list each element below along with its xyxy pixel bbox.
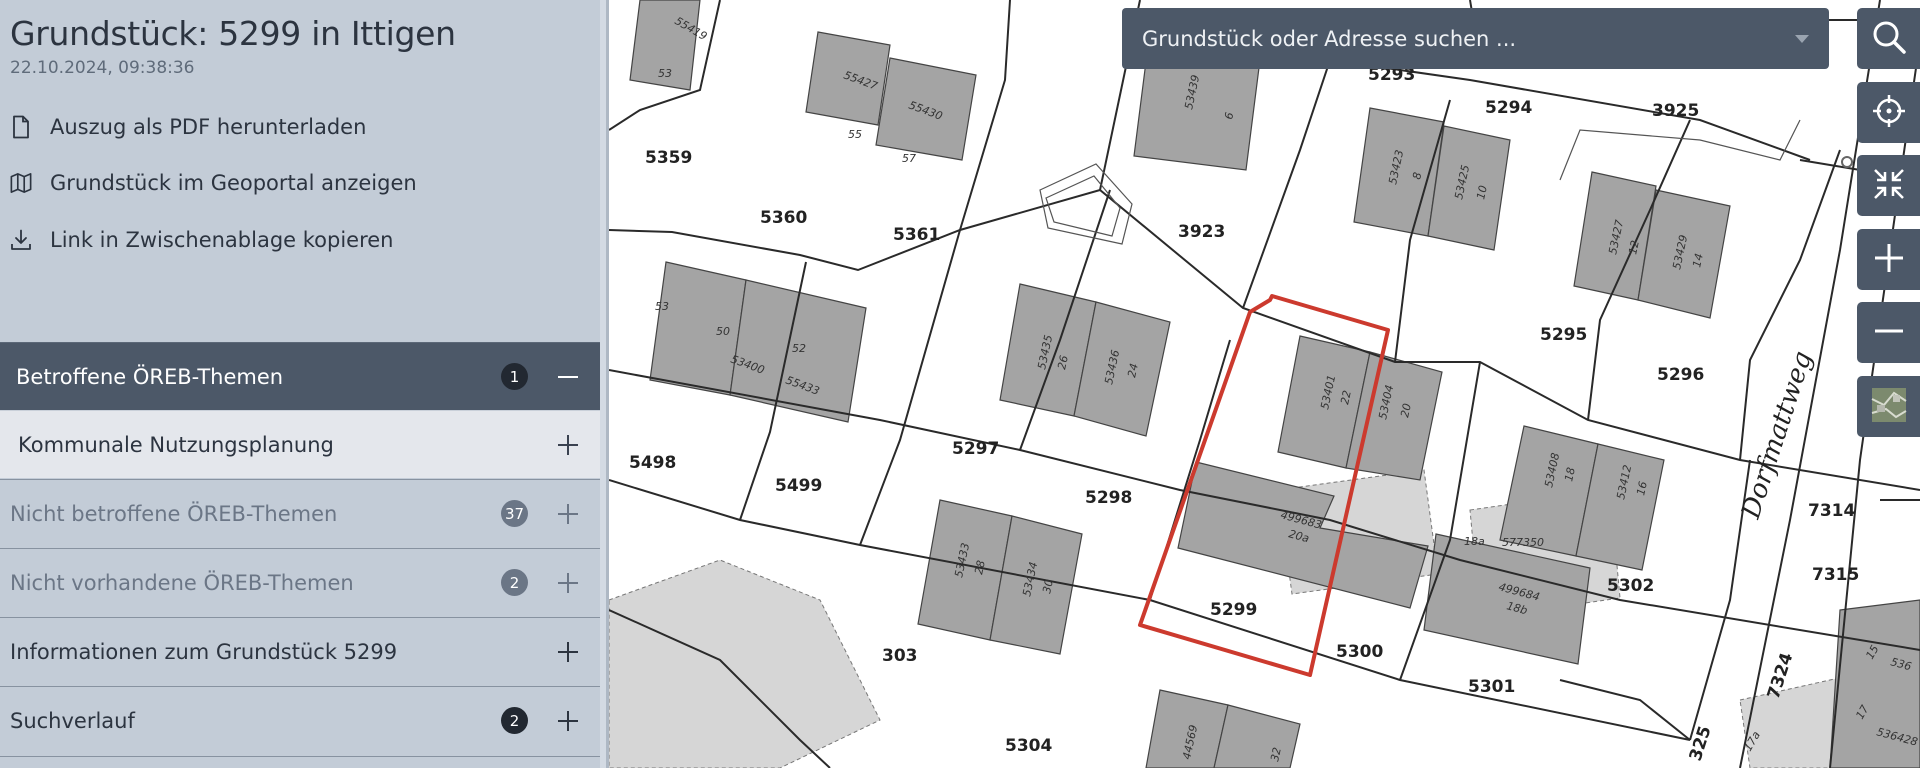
timestamp: 22.10.2024, 09:38:36 — [10, 58, 195, 78]
basemap-thumbnail — [1871, 387, 1907, 427]
count-badge: 1 — [501, 363, 528, 390]
section-label: Kommunale Nutzungsplanung — [18, 432, 334, 457]
map-icon — [10, 170, 32, 196]
zoom-in-icon — [1873, 242, 1905, 278]
svg-text:55: 55 — [848, 128, 862, 141]
section-label: Betroffene ÖREB-Themen — [16, 364, 284, 389]
parcel-label: 5499 — [775, 476, 822, 496]
zoom-in-button[interactable] — [1857, 229, 1920, 290]
download-icon — [10, 227, 32, 253]
parcel-label: 5359 — [645, 148, 692, 168]
plus-icon[interactable] — [548, 494, 588, 534]
parcel-label: 5300 — [1336, 642, 1383, 662]
svg-text:50: 50 — [716, 325, 730, 338]
download-pdf-link[interactable]: Auszug als PDF herunterladen — [10, 112, 366, 142]
count-badge: 2 — [501, 707, 528, 734]
search-button[interactable] — [1857, 8, 1920, 69]
parcel-label: 5295 — [1540, 325, 1587, 345]
sidebar: Grundstück: 5299 in Ittigen 22.10.2024, … — [0, 0, 600, 768]
chevron-down-icon[interactable] — [1795, 34, 1809, 43]
collapse-icon — [1872, 167, 1906, 205]
parcel-label: 325 — [1686, 724, 1716, 764]
search-icon — [1871, 19, 1907, 59]
panel-resize-handle[interactable] — [600, 0, 609, 768]
section-label: Informationen zum Grundstück 5299 — [10, 639, 398, 664]
search-placeholder: Grundstück oder Adresse suchen ... — [1142, 26, 1517, 51]
show-in-geoportal-link[interactable]: Grundstück im Geoportal anzeigen — [10, 168, 417, 198]
parcel-label: 5298 — [1085, 488, 1132, 508]
zoom-out-button[interactable] — [1857, 302, 1920, 363]
parcel-label: 5304 — [1005, 736, 1052, 756]
search-input[interactable]: Grundstück oder Adresse suchen ... — [1122, 8, 1829, 69]
svg-text:577350: 577350 — [1502, 536, 1544, 549]
section-header-nicht-betroffene[interactable]: Nicht betroffene ÖREB-Themen 37 — [0, 479, 600, 547]
svg-text:53: 53 — [655, 300, 669, 313]
svg-text:18a: 18a — [1464, 535, 1485, 548]
plus-icon[interactable] — [548, 701, 588, 741]
minus-icon[interactable] — [548, 357, 588, 397]
parcel-label: 5498 — [629, 453, 676, 473]
parcel-label: 5297 — [952, 439, 999, 459]
plus-icon[interactable] — [548, 425, 588, 465]
section-header-suchverlauf[interactable]: Suchverlauf 2 — [0, 686, 600, 754]
section-header-betroffene[interactable]: Betroffene ÖREB-Themen 1 — [0, 342, 600, 410]
cadastral-map: 5359 5360 5361 3923 5293 3924 5294 3925 … — [609, 0, 1920, 768]
count-badge: 37 — [501, 500, 528, 527]
parcel-label: 5296 — [1657, 365, 1704, 385]
locate-button[interactable] — [1857, 82, 1920, 143]
parcel-label: 3923 — [1178, 222, 1225, 242]
svg-text:52: 52 — [792, 342, 806, 355]
copy-link-button[interactable]: Link in Zwischenablage kopieren — [10, 225, 394, 255]
parcel-label: 3925 — [1652, 101, 1699, 121]
section-header-nicht-vorhandene[interactable]: Nicht vorhandene ÖREB-Themen 2 — [0, 548, 600, 616]
action-label: Link in Zwischenablage kopieren — [50, 228, 394, 252]
parcel-label: 5361 — [893, 225, 940, 245]
section-label: Suchverlauf — [10, 708, 135, 733]
svg-text:57: 57 — [902, 152, 916, 165]
action-label: Auszug als PDF herunterladen — [50, 115, 367, 139]
subsection-kommunale-nutzungsplanung[interactable]: Kommunale Nutzungsplanung — [0, 410, 600, 478]
file-icon — [10, 114, 32, 140]
section-label: Nicht vorhandene ÖREB-Themen — [10, 570, 354, 595]
collapse-button[interactable] — [1857, 155, 1920, 216]
parcel-label: 5360 — [760, 208, 807, 228]
page-title: Grundstück: 5299 in Ittigen — [10, 14, 456, 53]
parcel-label: 5294 — [1485, 98, 1532, 118]
parcel-label: 5302 — [1607, 576, 1654, 596]
section-label: Nicht betroffene ÖREB-Themen — [10, 501, 338, 526]
plus-icon[interactable] — [548, 632, 588, 672]
locate-icon — [1871, 93, 1907, 133]
basemap-switch-button[interactable] — [1857, 376, 1920, 437]
action-label: Grundstück im Geoportal anzeigen — [50, 171, 417, 195]
parcel-label: 5301 — [1468, 677, 1515, 697]
zoom-out-icon — [1873, 315, 1905, 351]
svg-text:53: 53 — [658, 67, 672, 80]
parcel-label: 5299 — [1210, 600, 1257, 620]
parcel-label: 303 — [882, 646, 918, 666]
parcel-label: 7314 — [1808, 501, 1855, 521]
divider — [0, 756, 600, 757]
section-header-informationen[interactable]: Informationen zum Grundstück 5299 — [0, 617, 600, 685]
map-canvas[interactable]: 5359 5360 5361 3923 5293 3924 5294 3925 … — [609, 0, 1920, 768]
parcel-label: 7315 — [1812, 565, 1859, 585]
count-badge: 2 — [501, 569, 528, 596]
plus-icon[interactable] — [548, 563, 588, 603]
